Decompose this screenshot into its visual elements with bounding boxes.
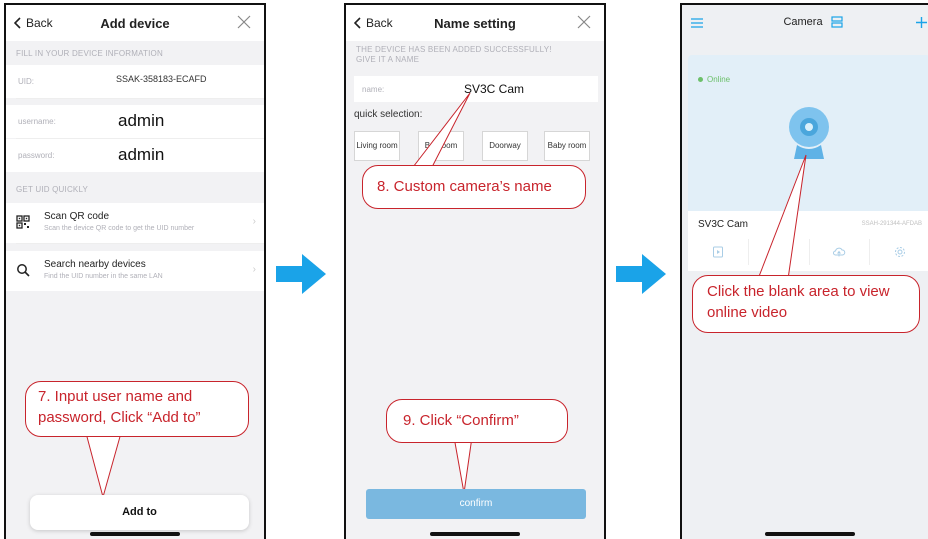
camera-list-screen: Camera Online SV3C Cam SSAH-291344-AFDAB xyxy=(680,3,928,539)
callout-pointer xyxy=(85,432,122,499)
instruction-callout: 7. Input user name and password, Click “… xyxy=(25,381,249,437)
name-callout: 8. Custom camera’s name xyxy=(362,165,586,209)
click-callout: Click the blank area to view online vide… xyxy=(692,275,920,333)
add-device-screen: Back Add device FILL IN YOUR DEVICE INFO… xyxy=(4,3,266,539)
name-setting-screen: Back Name setting THE DEVICE HAS BEEN AD… xyxy=(344,3,606,539)
home-indicator xyxy=(90,532,180,536)
add-to-button[interactable]: Add to xyxy=(30,495,249,530)
callout-pointers xyxy=(409,92,473,494)
confirm-callout: 9. Click “Confirm” xyxy=(386,399,568,443)
home-indicator xyxy=(765,532,855,536)
confirm-button[interactable]: confirm xyxy=(366,489,586,519)
home-indicator xyxy=(430,532,520,536)
callout-pointer xyxy=(757,154,807,280)
arrow-right-icon xyxy=(616,254,666,294)
arrow-right-icon xyxy=(276,254,326,294)
